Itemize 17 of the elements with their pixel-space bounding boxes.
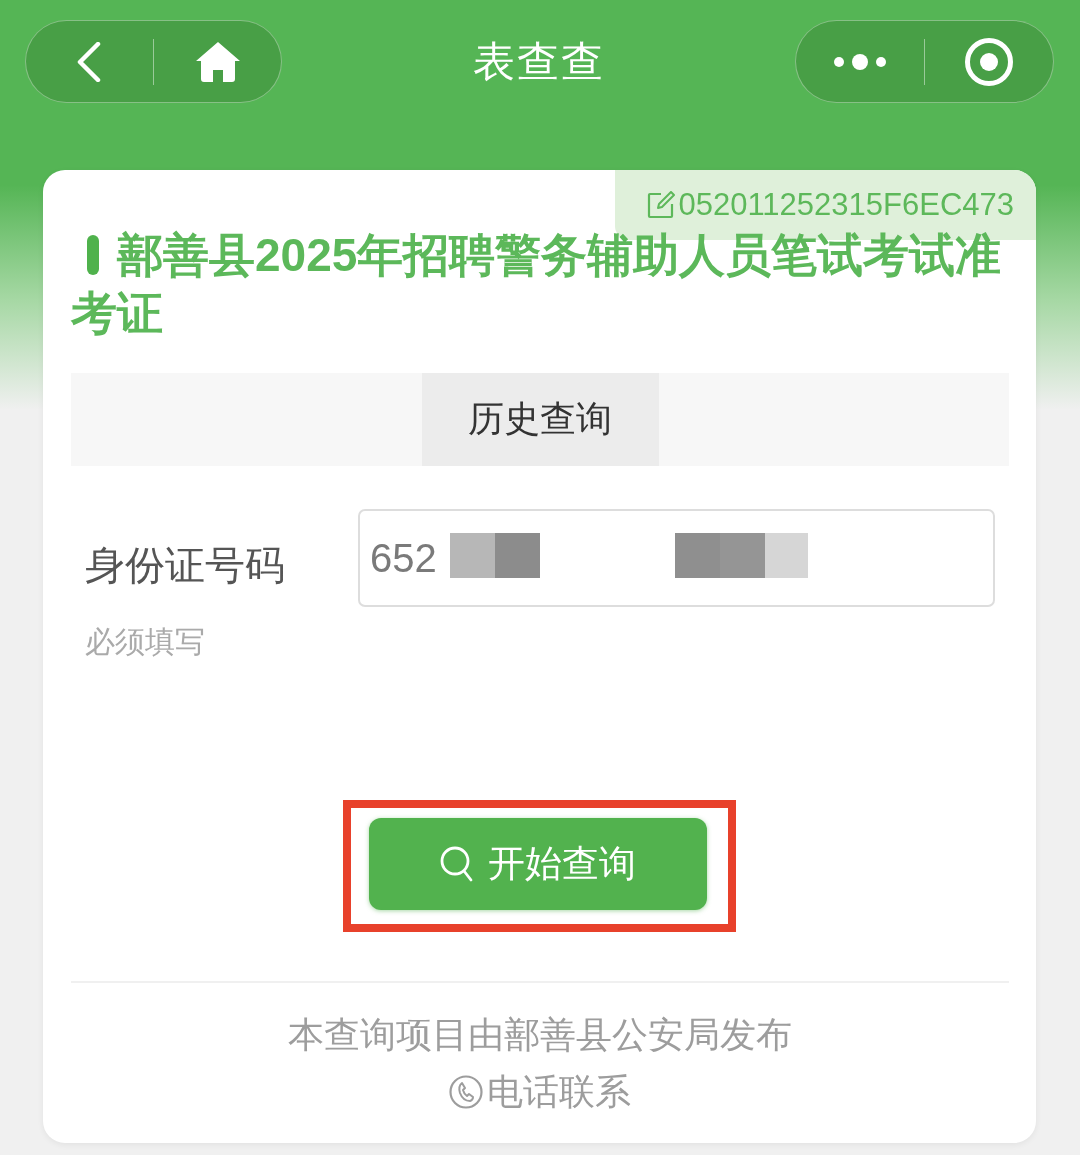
access-code: 052011252315F6EC473 [678,187,1014,223]
form-title: 鄯善县2025年招聘警务辅助人员笔试考试准考证 [71,226,1009,342]
tab[interactable]: 历史查询 [421,373,659,466]
back-icon[interactable] [77,41,102,82]
id-number-input[interactable]: 652 [358,509,995,607]
required-hint: 必须填写 [85,624,205,660]
page-title: 表查查 [472,36,605,87]
edit-icon [647,191,676,219]
start-query-button[interactable]: 开始查询 [369,818,707,910]
more-icon[interactable] [833,53,886,70]
search-icon [440,846,474,882]
target-icon[interactable] [964,36,1015,87]
field-label: 身份证号码 [85,542,286,589]
phone-icon [449,1075,483,1109]
home-icon[interactable] [195,41,240,82]
phone-contact-link[interactable]: 电话联系 [449,1067,631,1117]
publisher-note: 本查询项目由鄯善县公安局发布 [288,1013,792,1057]
